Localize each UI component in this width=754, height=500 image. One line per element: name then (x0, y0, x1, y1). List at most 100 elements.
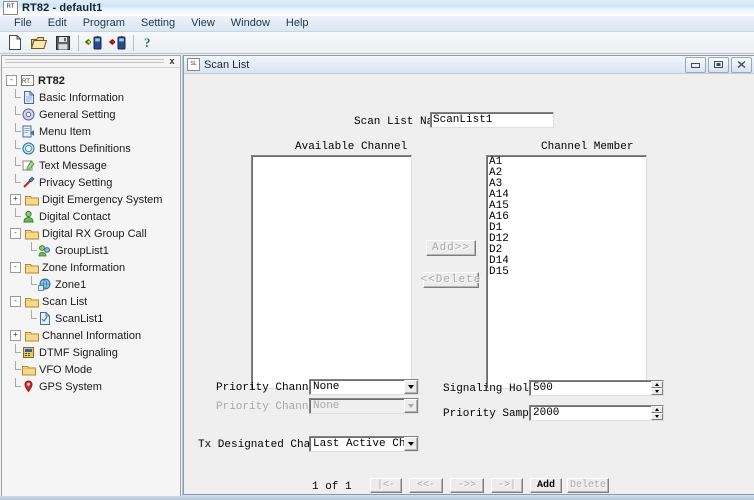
window-title: RT82 - default1 (22, 2, 102, 14)
menu-item-setting[interactable]: Setting (133, 16, 183, 31)
menu-item-help[interactable]: Help (278, 16, 317, 31)
sidebar-item-digital-rx-group-call[interactable]: - Digital RX Group Call (2, 225, 180, 242)
help-button[interactable]: ? (137, 32, 160, 53)
priority-sample-time-stepper[interactable] (651, 406, 663, 420)
read-from-radio-icon (85, 36, 103, 50)
stepper-up-icon[interactable] (651, 406, 663, 413)
chevron-down-icon[interactable] (404, 380, 418, 394)
list-item[interactable]: D1 (487, 223, 646, 234)
sidebar-item-menu-item[interactable]: Menu Item (2, 123, 180, 140)
folder-icon (24, 193, 39, 207)
stepper-up-icon[interactable] (651, 381, 663, 388)
tree-toggle-icon[interactable]: + (10, 330, 21, 341)
list-item[interactable]: A16 (487, 212, 646, 223)
new-file-button[interactable] (3, 32, 26, 53)
signaling-hold-time-stepper[interactable] (651, 381, 663, 395)
sidebar-item-label: DTMF Signaling (39, 347, 118, 359)
signaling-hold-time-value: 500 (530, 382, 651, 394)
tree-toggle-icon[interactable]: - (6, 75, 17, 86)
sidebar-item-vfo-mode[interactable]: VFO Mode (2, 361, 180, 378)
sidebar-item-label: Channel Information (42, 330, 141, 342)
tree-root-rt82[interactable]: - RT RT82 (2, 72, 180, 89)
list-item[interactable]: A15 (487, 201, 646, 212)
sidebar-item-text-message[interactable]: Text Message (2, 157, 180, 174)
record-count-label: 1 of 1 (312, 481, 352, 493)
sidebar-item-zone1[interactable]: Zone1 (2, 276, 180, 293)
list-item[interactable]: A2 (487, 168, 646, 179)
menu-item-window[interactable]: Window (223, 16, 278, 31)
add-record-button[interactable]: Add (530, 478, 562, 493)
first-record-button[interactable]: |<- (370, 478, 402, 493)
sidebar-item-label: General Setting (39, 109, 115, 121)
menu-item-view[interactable]: View (183, 16, 223, 31)
sidebar-item-buttons-definitions[interactable]: Buttons Definitions (2, 140, 180, 157)
list-item[interactable]: D2 (487, 245, 646, 256)
delete-channel-button[interactable]: <<Delete (423, 272, 479, 288)
sidebar-item-dtmf-signaling[interactable]: DTMF Signaling (2, 344, 180, 361)
sidebar-item-privacy-setting[interactable]: Privacy Setting (2, 174, 180, 191)
panel-caption: x (2, 56, 180, 68)
tx-designated-channel-select[interactable]: Last Active Channel (309, 436, 419, 452)
sidebar-item-label: Digital RX Group Call (42, 228, 147, 240)
sidebar-item-digital-contact[interactable]: Digital Contact (2, 208, 180, 225)
channel-member-list[interactable]: A1 A2 A3 A14 A15 A16 D1 D12 D2 D14 D15 (486, 155, 647, 389)
sidebar-item-scanlist1[interactable]: ScanList1 (2, 310, 180, 327)
tree-elbow (10, 344, 21, 361)
toolbar-separator-2 (133, 35, 134, 51)
menu-item-program[interactable]: Program (75, 16, 133, 31)
last-record-button[interactable]: ->| (491, 478, 523, 493)
sidebar-item-label: GroupList1 (55, 245, 109, 257)
sidebar-item-scan-list[interactable]: - Scan List (2, 293, 180, 310)
sidebar-item-gps-system[interactable]: GPS System (2, 378, 180, 395)
tree-toggle-icon[interactable]: - (10, 262, 21, 273)
tree-toggle-icon[interactable]: - (10, 296, 21, 307)
available-channel-list[interactable] (251, 155, 412, 389)
stepper-down-icon[interactable] (651, 413, 663, 420)
tree-view[interactable]: - RT RT82 Basic Information General (2, 68, 180, 497)
sidebar-item-general-setting[interactable]: General Setting (2, 106, 180, 123)
scan-list-name-input[interactable] (431, 113, 553, 127)
dtmf-icon (21, 346, 36, 360)
scan-list-name-field[interactable] (430, 112, 554, 128)
list-item[interactable]: A1 (487, 157, 646, 168)
tree-toggle-icon[interactable]: + (10, 194, 21, 205)
open-file-button[interactable] (27, 32, 50, 53)
priority-sample-time-field[interactable]: 2000 (529, 405, 664, 421)
list-item[interactable]: D15 (487, 267, 646, 278)
zone-icon (37, 278, 52, 292)
priority-channel-2-value: None (310, 400, 404, 412)
write-to-radio-button[interactable] (106, 32, 129, 53)
chevron-down-icon[interactable] (404, 437, 418, 451)
tx-designated-channel-value: Last Active Channel (310, 438, 404, 450)
list-item[interactable]: A14 (487, 190, 646, 201)
close-panel-icon[interactable]: x (166, 56, 178, 67)
list-item[interactable]: D12 (487, 234, 646, 245)
restore-button[interactable] (708, 57, 729, 73)
sidebar-item-channel-information[interactable]: + Channel Information (2, 327, 180, 344)
sidebar-item-grouplist1[interactable]: GroupList1 (2, 242, 180, 259)
save-file-icon (56, 36, 70, 50)
minimize-button[interactable] (685, 57, 706, 73)
svg-text:?: ? (144, 35, 151, 50)
menu-item-file[interactable]: File (6, 16, 40, 31)
signaling-hold-time-field[interactable]: 500 (529, 380, 664, 396)
priority-channel-1-select[interactable]: None (309, 379, 419, 395)
save-file-button[interactable] (51, 32, 74, 53)
stepper-down-icon[interactable] (651, 388, 663, 395)
menu-item-edit[interactable]: Edit (40, 16, 75, 31)
folder-icon (24, 329, 39, 343)
list-item[interactable]: A3 (487, 179, 646, 190)
sidebar-item-zone-information[interactable]: - Zone Information (2, 259, 180, 276)
delete-record-button[interactable]: Delete (567, 478, 609, 493)
previous-record-button[interactable]: <<- (409, 478, 443, 493)
tree-toggle-icon[interactable]: - (10, 228, 21, 239)
list-item[interactable]: D14 (487, 256, 646, 267)
sidebar-item-digit-emergency-system[interactable]: + Digit Emergency System (2, 191, 180, 208)
sidebar-item-basic-information[interactable]: Basic Information (2, 89, 180, 106)
help-icon: ? (143, 35, 155, 50)
folder-icon (24, 295, 39, 309)
next-record-button[interactable]: ->> (450, 478, 484, 493)
read-from-radio-button[interactable] (82, 32, 105, 53)
close-button[interactable] (731, 57, 752, 73)
add-channel-button[interactable]: Add>> (426, 240, 476, 256)
